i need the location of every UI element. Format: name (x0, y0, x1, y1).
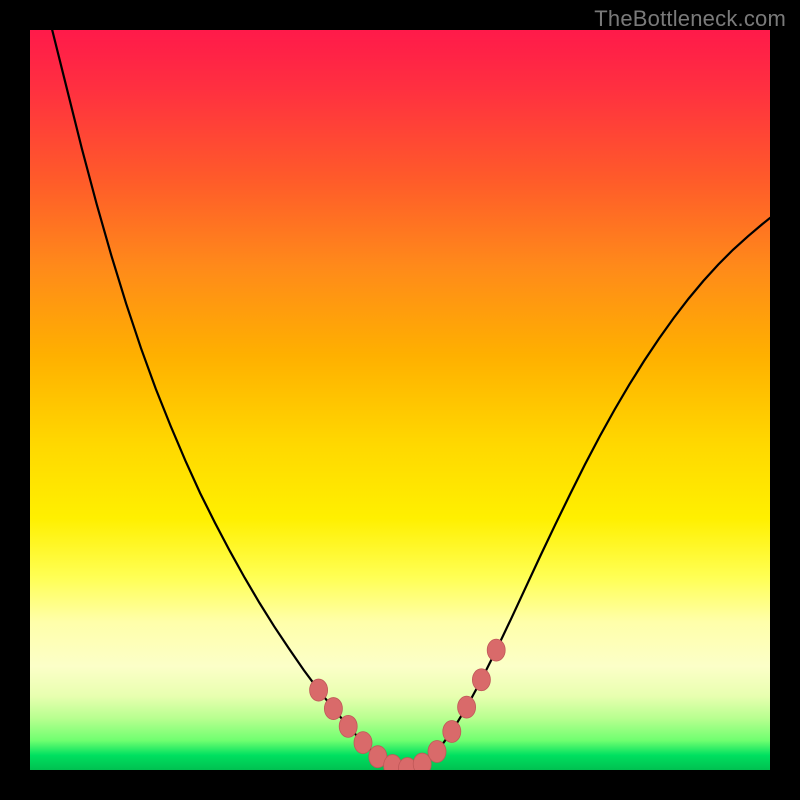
data-marker (443, 721, 461, 743)
chart-svg (30, 30, 770, 770)
chart-container: TheBottleneck.com (0, 0, 800, 800)
data-marker (428, 741, 446, 763)
plot-area (30, 30, 770, 770)
data-marker (487, 639, 505, 661)
data-marker (324, 698, 342, 720)
data-marker (472, 669, 490, 691)
data-marker (339, 715, 357, 737)
bottleneck-curve (52, 30, 770, 769)
data-marker (458, 696, 476, 718)
data-markers (310, 639, 506, 770)
data-marker (354, 732, 372, 754)
data-marker (310, 679, 328, 701)
watermark-text: TheBottleneck.com (594, 6, 786, 32)
